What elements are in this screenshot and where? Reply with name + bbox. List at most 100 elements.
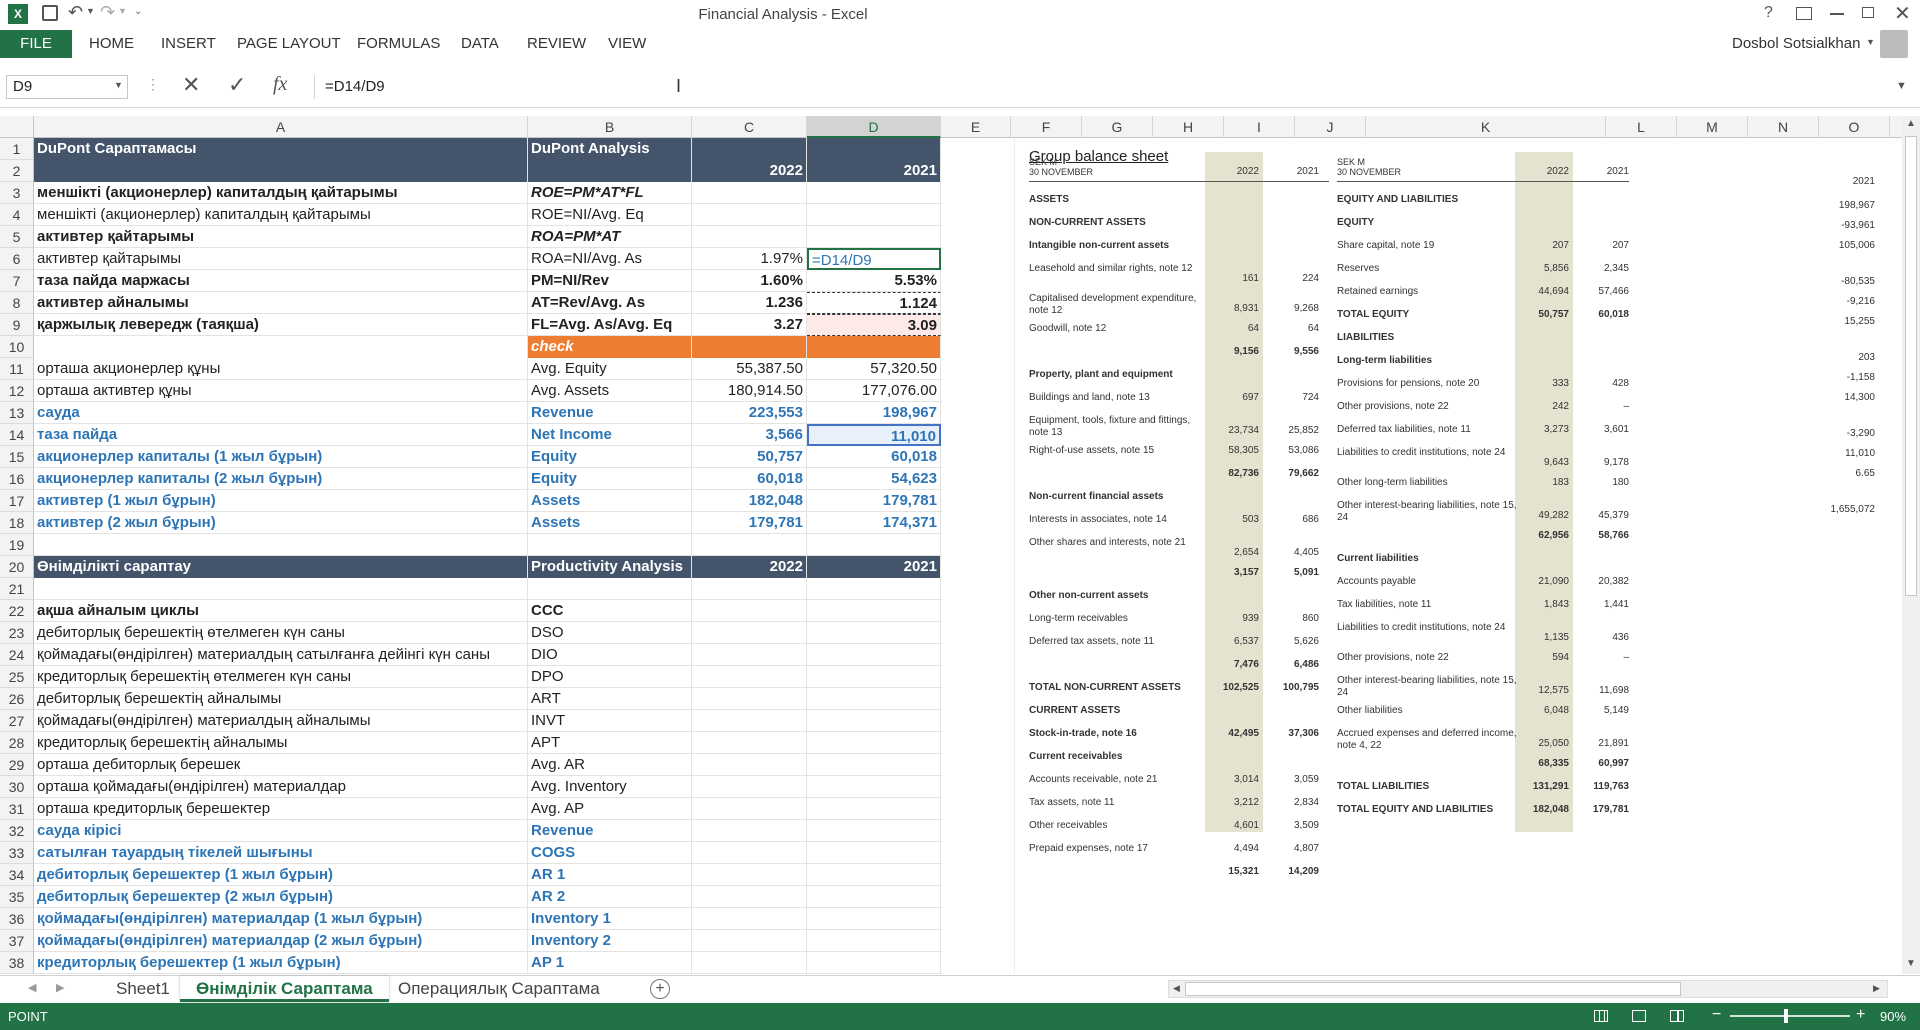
cell-c[interactable] <box>692 820 807 842</box>
cell-c[interactable]: 55,387.50 <box>692 358 807 380</box>
cell-d[interactable] <box>807 952 941 974</box>
zoom-in-icon[interactable]: + <box>1856 1006 1865 1024</box>
cell-c[interactable]: 1.97% <box>692 248 807 270</box>
help-icon[interactable]: ? <box>1764 4 1773 22</box>
row-header-17[interactable]: 17 <box>0 490 33 512</box>
sheet-tab-active[interactable]: Өнімділік Сараптама <box>180 976 389 1002</box>
cell-a[interactable]: активтер (2 жыл бұрын) <box>34 512 528 534</box>
zoom-slider[interactable] <box>1730 1015 1850 1017</box>
cell-a[interactable]: Өнімділікті сараптау <box>34 556 528 578</box>
row-header-4[interactable]: 4 <box>0 204 33 226</box>
cell-d[interactable] <box>807 182 941 204</box>
cell-d[interactable] <box>807 336 941 358</box>
normal-view-icon[interactable] <box>1594 1010 1608 1022</box>
tab-data[interactable]: DATA <box>461 35 499 52</box>
cell-d[interactable]: 3.09 <box>807 314 941 336</box>
cell-b[interactable]: Equity <box>528 446 692 468</box>
zoom-out-icon[interactable]: − <box>1712 1006 1721 1024</box>
formula-input[interactable]: =D14/D9 <box>314 75 1894 99</box>
column-header-k[interactable]: K <box>1366 116 1606 138</box>
cell-d[interactable] <box>807 534 941 556</box>
cell-b[interactable]: DuPont Analysis <box>528 138 692 160</box>
cell-c[interactable] <box>692 138 807 160</box>
scroll-thumb[interactable] <box>1905 136 1917 596</box>
cell-b[interactable]: Revenue <box>528 402 692 424</box>
row-header-36[interactable]: 36 <box>0 908 33 930</box>
cell-b[interactable] <box>528 534 692 556</box>
cell-a[interactable]: қоймадағы(өндірілген) материалдар (1 жыл… <box>34 908 528 930</box>
cell-a[interactable]: активтер айналымы <box>34 292 528 314</box>
row-header-21[interactable]: 21 <box>0 578 33 600</box>
column-header-j[interactable]: J <box>1295 116 1366 138</box>
cell-c[interactable]: 3.27 <box>692 314 807 336</box>
cell-b[interactable] <box>528 578 692 600</box>
cell-c[interactable]: 2022 <box>692 556 807 578</box>
cell-b[interactable]: Avg. AR <box>528 754 692 776</box>
ribbon-display-icon[interactable] <box>1796 7 1812 20</box>
cell-a[interactable]: кредиторлық берешектің айналымы <box>34 732 528 754</box>
column-header-l[interactable]: L <box>1606 116 1677 138</box>
row-header-28[interactable]: 28 <box>0 732 33 754</box>
row-header-7[interactable]: 7 <box>0 270 33 292</box>
row-header-26[interactable]: 26 <box>0 688 33 710</box>
row-header-22[interactable]: 22 <box>0 600 33 622</box>
page-layout-view-icon[interactable] <box>1632 1010 1646 1022</box>
row-header-32[interactable]: 32 <box>0 820 33 842</box>
cell-a[interactable]: сауда кірісі <box>34 820 528 842</box>
cell-b[interactable]: Avg. Assets <box>528 380 692 402</box>
cell-b[interactable]: Net Income <box>528 424 692 446</box>
cell-d[interactable] <box>807 820 941 842</box>
cell-d[interactable]: 11,010 <box>807 424 941 446</box>
cell-b[interactable]: DIO <box>528 644 692 666</box>
cell-d[interactable] <box>807 798 941 820</box>
cell-c[interactable] <box>692 644 807 666</box>
cell-c[interactable] <box>692 710 807 732</box>
cell-d[interactable] <box>807 138 941 160</box>
cell-d[interactable]: 174,371 <box>807 512 941 534</box>
scroll-right-icon[interactable]: ▶ <box>1873 983 1880 994</box>
tab-home[interactable]: HOME <box>89 35 134 52</box>
cell-c[interactable] <box>692 204 807 226</box>
column-header-n[interactable]: N <box>1748 116 1819 138</box>
cell-c[interactable]: 223,553 <box>692 402 807 424</box>
cell-b[interactable]: AT=Rev/Avg. As <box>528 292 692 314</box>
cell-c[interactable] <box>692 842 807 864</box>
row-header-38[interactable]: 38 <box>0 952 33 974</box>
cell-d[interactable]: 2021 <box>807 160 941 182</box>
cell-d[interactable]: 54,623 <box>807 468 941 490</box>
cell-b[interactable]: DSO <box>528 622 692 644</box>
cell-c[interactable]: 3,566 <box>692 424 807 446</box>
tab-page-layout[interactable]: PAGE LAYOUT <box>237 35 341 52</box>
cell-d[interactable] <box>807 688 941 710</box>
cell-d[interactable] <box>807 204 941 226</box>
cell-b[interactable]: ROA=PM*AT <box>528 226 692 248</box>
cell-c[interactable] <box>692 688 807 710</box>
cell-b[interactable]: Assets <box>528 490 692 512</box>
cell-b[interactable]: Equity <box>528 468 692 490</box>
cell-b[interactable]: INVT <box>528 710 692 732</box>
cell-a[interactable]: орташа дебиторлық берешек <box>34 754 528 776</box>
cell-a[interactable]: дебиторлық берешектің өтелмеген күн саны <box>34 622 528 644</box>
page-break-view-icon[interactable] <box>1670 1010 1684 1022</box>
cell-b[interactable]: COGS <box>528 842 692 864</box>
row-header-29[interactable]: 29 <box>0 754 33 776</box>
cell-c[interactable]: 179,781 <box>692 512 807 534</box>
cell-b[interactable]: Avg. Inventory <box>528 776 692 798</box>
cell-a[interactable] <box>34 534 528 556</box>
cell-a[interactable]: таза пайда <box>34 424 528 446</box>
cell-a[interactable]: дебиторлық берешектің айналымы <box>34 688 528 710</box>
cell-b[interactable]: check <box>528 336 692 358</box>
cell-d[interactable]: 5.53% <box>807 270 941 292</box>
cell-c[interactable] <box>692 182 807 204</box>
name-box[interactable]: D9 <box>6 75 128 99</box>
cell-d[interactable] <box>807 578 941 600</box>
row-header-14[interactable]: 14 <box>0 424 33 446</box>
row-header-19[interactable]: 19 <box>0 534 33 556</box>
row-header-30[interactable]: 30 <box>0 776 33 798</box>
cell-d[interactable]: 198,967 <box>807 402 941 424</box>
cell-b[interactable]: Inventory 2 <box>528 930 692 952</box>
cell-b[interactable]: APT <box>528 732 692 754</box>
column-header-a[interactable]: A <box>34 116 528 138</box>
new-sheet-button[interactable]: + <box>650 979 670 999</box>
cell-a[interactable]: меншікті (акционерлер) капиталдың қайтар… <box>34 182 528 204</box>
